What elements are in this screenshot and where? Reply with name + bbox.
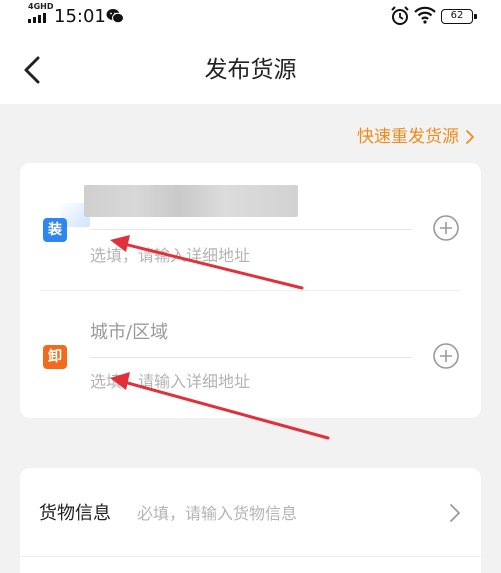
status-bar: 4GHD 15:01 62 <box>0 0 501 36</box>
unloading-city-input[interactable]: 城市/区域 <box>90 320 168 346</box>
cargo-card: 货物信息 必填，请输入货物信息 <box>20 468 481 573</box>
quick-repost-link[interactable]: 快速重发货源 <box>357 124 475 150</box>
page-title: 发布货源 <box>204 57 297 83</box>
wifi-icon <box>414 6 436 24</box>
chevron-right-icon <box>466 130 474 144</box>
loading-divider <box>90 229 412 230</box>
wechat-icon <box>106 9 124 24</box>
status-time: 15:01 <box>54 6 106 27</box>
address-card: 装 选填，请输入详细地址 城市/区域 卸 选填，请输入详细地址 <box>20 163 481 418</box>
loading-address-input[interactable]: 选填，请输入详细地址 <box>90 244 250 268</box>
section-separator <box>40 290 461 291</box>
unloading-badge: 卸 <box>43 345 67 369</box>
signal-icon <box>28 12 48 23</box>
cargo-info-row[interactable]: 货物信息 必填，请输入货物信息 <box>20 468 481 556</box>
unloading-address-input[interactable]: 选填，请输入详细地址 <box>90 370 250 394</box>
network-type: 4GHD <box>28 2 54 11</box>
battery-icon: 62 <box>441 9 477 24</box>
loading-badge: 装 <box>43 218 67 242</box>
plus-circle-icon[interactable] <box>432 214 460 242</box>
chevron-right-icon <box>450 504 460 522</box>
alarm-icon <box>391 6 409 25</box>
nav-bar: 发布货源 <box>0 36 501 104</box>
unloading-divider <box>90 357 412 358</box>
loading-city-blurred[interactable] <box>84 185 298 217</box>
cargo-divider <box>20 556 481 557</box>
cargo-info-input[interactable]: 必填，请输入货物信息 <box>137 502 297 526</box>
quick-repost-label: 快速重发货源 <box>357 127 459 147</box>
cargo-label: 货物信息 <box>39 503 111 524</box>
plus-circle-icon[interactable] <box>432 342 460 370</box>
